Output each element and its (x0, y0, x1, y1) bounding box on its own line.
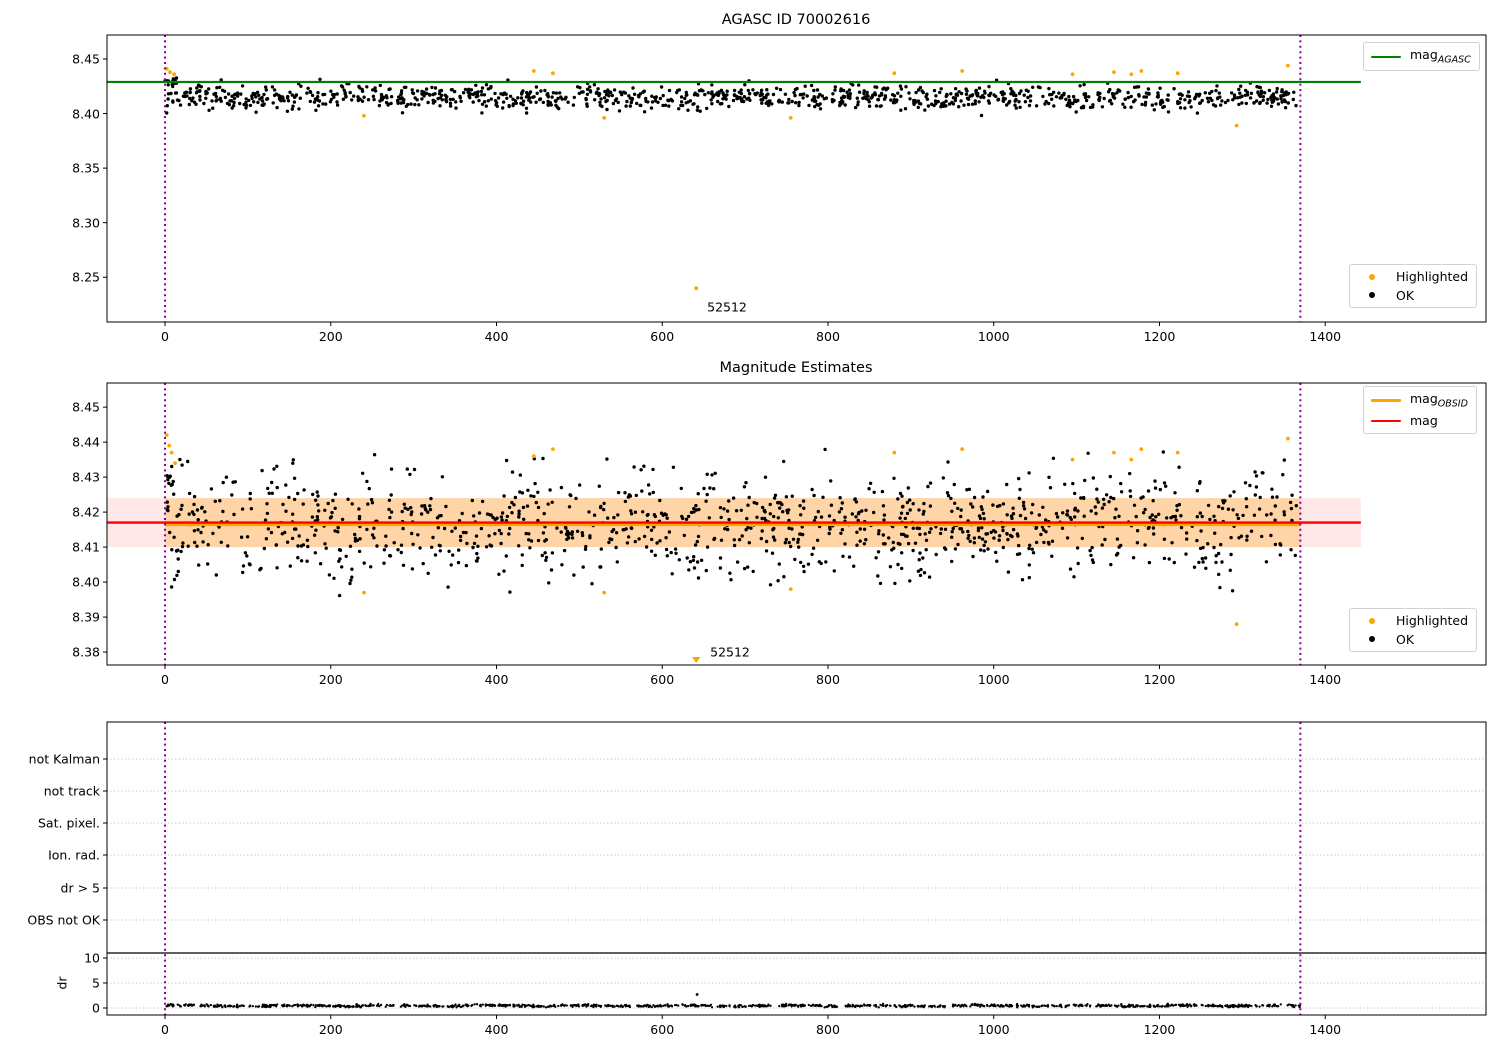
plot2-frame (106, 721, 1487, 1016)
dr-points (165, 993, 1302, 1009)
plots-svg (103, 34, 1487, 1019)
plot0-frame (106, 34, 1487, 323)
figure-canvas: AGASC ID 70002616 Magnitude Estimates 02… (0, 0, 1500, 1050)
dr-outlier-point (695, 993, 699, 996)
plot1-clipped-marker (692, 657, 701, 663)
